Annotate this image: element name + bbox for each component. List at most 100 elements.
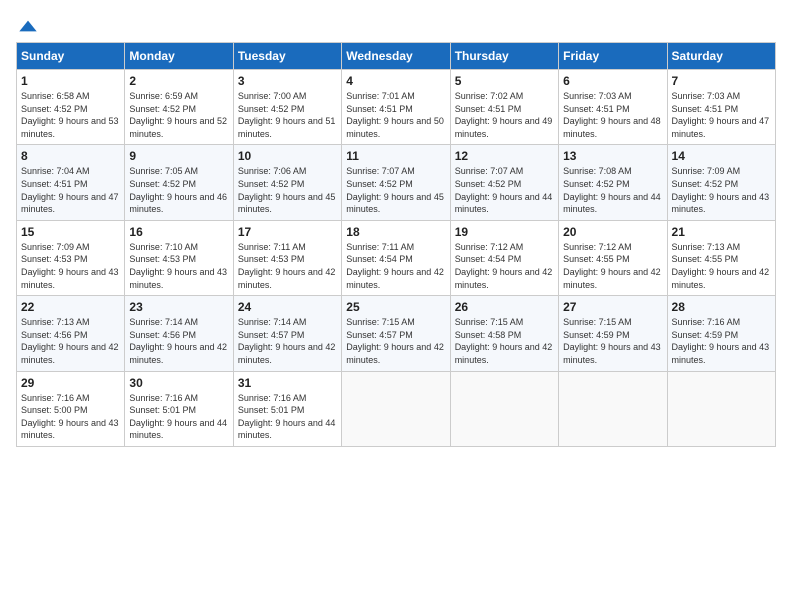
day-number: 8 — [21, 149, 120, 163]
calendar-cell: 18 Sunrise: 7:11 AMSunset: 4:54 PMDayligh… — [342, 220, 450, 295]
day-info: Sunrise: 7:13 AMSunset: 4:55 PMDaylight:… — [672, 241, 771, 291]
calendar-cell: 21 Sunrise: 7:13 AMSunset: 4:55 PMDayligh… — [667, 220, 775, 295]
day-info: Sunrise: 7:07 AMSunset: 4:52 PMDaylight:… — [346, 165, 445, 215]
calendar-cell: 30 Sunrise: 7:16 AMSunset: 5:01 PMDayligh… — [125, 371, 233, 446]
day-number: 12 — [455, 149, 554, 163]
day-info: Sunrise: 7:15 AMSunset: 4:57 PMDaylight:… — [346, 316, 445, 366]
day-number: 24 — [238, 300, 337, 314]
day-info: Sunrise: 7:08 AMSunset: 4:52 PMDaylight:… — [563, 165, 662, 215]
day-number: 11 — [346, 149, 445, 163]
calendar-cell: 16Sunrise: 7:10 AMSunset: 4:53 PMDayligh… — [125, 220, 233, 295]
weekday-header-saturday: Saturday — [667, 43, 775, 70]
day-info: Sunrise: 7:01 AMSunset: 4:51 PMDaylight:… — [346, 90, 445, 140]
day-number: 18 — [346, 225, 445, 239]
calendar-cell: 11 Sunrise: 7:07 AMSunset: 4:52 PMDayligh… — [342, 145, 450, 220]
day-number: 1 — [21, 74, 120, 88]
calendar-cell — [450, 371, 558, 446]
day-info: Sunrise: 7:00 AMSunset: 4:52 PMDaylight:… — [238, 90, 337, 140]
day-info: Sunrise: 7:13 AMSunset: 4:56 PMDaylight:… — [21, 316, 120, 366]
day-info: Sunrise: 7:14 AMSunset: 4:57 PMDaylight:… — [238, 316, 337, 366]
day-number: 7 — [672, 74, 771, 88]
calendar-week-5: 29Sunrise: 7:16 AMSunset: 5:00 PMDayligh… — [17, 371, 776, 446]
calendar-cell: 3Sunrise: 7:00 AMSunset: 4:52 PMDaylight… — [233, 70, 341, 145]
day-info: Sunrise: 7:03 AMSunset: 4:51 PMDaylight:… — [672, 90, 771, 140]
day-info: Sunrise: 6:59 AMSunset: 4:52 PMDaylight:… — [129, 90, 228, 140]
calendar-cell: 8 Sunrise: 7:04 AMSunset: 4:51 PMDaylight… — [17, 145, 125, 220]
day-info: Sunrise: 7:04 AMSunset: 4:51 PMDaylight:… — [21, 165, 120, 215]
calendar-cell: 23 Sunrise: 7:14 AMSunset: 4:56 PMDayligh… — [125, 296, 233, 371]
weekday-header-wednesday: Wednesday — [342, 43, 450, 70]
day-number: 26 — [455, 300, 554, 314]
day-info: Sunrise: 7:16 AMSunset: 5:00 PMDaylight:… — [21, 392, 120, 442]
calendar-cell: 5Sunrise: 7:02 AMSunset: 4:51 PMDaylight… — [450, 70, 558, 145]
day-info: Sunrise: 7:03 AMSunset: 4:51 PMDaylight:… — [563, 90, 662, 140]
day-info: Sunrise: 7:16 AMSunset: 5:01 PMDaylight:… — [129, 392, 228, 442]
day-number: 23 — [129, 300, 228, 314]
day-info: Sunrise: 7:16 AMSunset: 5:01 PMDaylight:… — [238, 392, 337, 442]
calendar-cell: 15Sunrise: 7:09 AMSunset: 4:53 PMDayligh… — [17, 220, 125, 295]
day-info: Sunrise: 7:09 AMSunset: 4:52 PMDaylight:… — [672, 165, 771, 215]
calendar-cell: 12 Sunrise: 7:07 AMSunset: 4:52 PMDayligh… — [450, 145, 558, 220]
page-header — [16, 16, 776, 32]
day-info: Sunrise: 7:05 AMSunset: 4:52 PMDaylight:… — [129, 165, 228, 215]
day-number: 17 — [238, 225, 337, 239]
weekday-header-tuesday: Tuesday — [233, 43, 341, 70]
day-number: 19 — [455, 225, 554, 239]
day-info: Sunrise: 7:12 AMSunset: 4:54 PMDaylight:… — [455, 241, 554, 291]
day-info: Sunrise: 7:06 AMSunset: 4:52 PMDaylight:… — [238, 165, 337, 215]
day-number: 14 — [672, 149, 771, 163]
weekday-header-sunday: Sunday — [17, 43, 125, 70]
calendar-cell: 9 Sunrise: 7:05 AMSunset: 4:52 PMDaylight… — [125, 145, 233, 220]
calendar-cell — [559, 371, 667, 446]
day-info: Sunrise: 6:58 AMSunset: 4:52 PMDaylight:… — [21, 90, 120, 140]
day-info: Sunrise: 7:15 AMSunset: 4:59 PMDaylight:… — [563, 316, 662, 366]
day-number: 31 — [238, 376, 337, 390]
day-number: 10 — [238, 149, 337, 163]
calendar-cell: 13 Sunrise: 7:08 AMSunset: 4:52 PMDayligh… — [559, 145, 667, 220]
day-info: Sunrise: 7:12 AMSunset: 4:55 PMDaylight:… — [563, 241, 662, 291]
calendar-cell: 26 Sunrise: 7:15 AMSunset: 4:58 PMDayligh… — [450, 296, 558, 371]
weekday-header-thursday: Thursday — [450, 43, 558, 70]
calendar-header-row: SundayMondayTuesdayWednesdayThursdayFrid… — [17, 43, 776, 70]
weekday-header-monday: Monday — [125, 43, 233, 70]
calendar-cell: 24 Sunrise: 7:14 AMSunset: 4:57 PMDayligh… — [233, 296, 341, 371]
calendar-cell: 27Sunrise: 7:15 AMSunset: 4:59 PMDayligh… — [559, 296, 667, 371]
weekday-header-friday: Friday — [559, 43, 667, 70]
day-number: 6 — [563, 74, 662, 88]
day-info: Sunrise: 7:14 AMSunset: 4:56 PMDaylight:… — [129, 316, 228, 366]
day-number: 20 — [563, 225, 662, 239]
logo — [16, 16, 38, 32]
day-number: 21 — [672, 225, 771, 239]
calendar-cell: 29Sunrise: 7:16 AMSunset: 5:00 PMDayligh… — [17, 371, 125, 446]
calendar-week-2: 8 Sunrise: 7:04 AMSunset: 4:51 PMDaylight… — [17, 145, 776, 220]
calendar-cell: 19 Sunrise: 7:12 AMSunset: 4:54 PMDayligh… — [450, 220, 558, 295]
calendar-cell: 6 Sunrise: 7:03 AMSunset: 4:51 PMDaylight… — [559, 70, 667, 145]
day-number: 25 — [346, 300, 445, 314]
day-info: Sunrise: 7:16 AMSunset: 4:59 PMDaylight:… — [672, 316, 771, 366]
day-number: 13 — [563, 149, 662, 163]
calendar-body: 1 Sunrise: 6:58 AMSunset: 4:52 PMDaylight… — [17, 70, 776, 447]
day-number: 16 — [129, 225, 228, 239]
day-info: Sunrise: 7:11 AMSunset: 4:53 PMDaylight:… — [238, 241, 337, 291]
day-info: Sunrise: 7:09 AMSunset: 4:53 PMDaylight:… — [21, 241, 120, 291]
calendar-week-4: 22 Sunrise: 7:13 AMSunset: 4:56 PMDayligh… — [17, 296, 776, 371]
logo-icon — [18, 16, 38, 36]
calendar-cell: 7 Sunrise: 7:03 AMSunset: 4:51 PMDaylight… — [667, 70, 775, 145]
day-info: Sunrise: 7:15 AMSunset: 4:58 PMDaylight:… — [455, 316, 554, 366]
day-info: Sunrise: 7:11 AMSunset: 4:54 PMDaylight:… — [346, 241, 445, 291]
calendar-cell: 20 Sunrise: 7:12 AMSunset: 4:55 PMDayligh… — [559, 220, 667, 295]
calendar-cell: 10 Sunrise: 7:06 AMSunset: 4:52 PMDayligh… — [233, 145, 341, 220]
calendar-cell: 14 Sunrise: 7:09 AMSunset: 4:52 PMDayligh… — [667, 145, 775, 220]
calendar-cell: 22 Sunrise: 7:13 AMSunset: 4:56 PMDayligh… — [17, 296, 125, 371]
calendar-cell: 31 Sunrise: 7:16 AMSunset: 5:01 PMDayligh… — [233, 371, 341, 446]
calendar-cell — [667, 371, 775, 446]
calendar-cell: 28 Sunrise: 7:16 AMSunset: 4:59 PMDayligh… — [667, 296, 775, 371]
day-number: 30 — [129, 376, 228, 390]
calendar-cell: 1 Sunrise: 6:58 AMSunset: 4:52 PMDaylight… — [17, 70, 125, 145]
day-info: Sunrise: 7:02 AMSunset: 4:51 PMDaylight:… — [455, 90, 554, 140]
day-number: 28 — [672, 300, 771, 314]
day-number: 22 — [21, 300, 120, 314]
day-number: 9 — [129, 149, 228, 163]
day-number: 2 — [129, 74, 228, 88]
day-info: Sunrise: 7:07 AMSunset: 4:52 PMDaylight:… — [455, 165, 554, 215]
